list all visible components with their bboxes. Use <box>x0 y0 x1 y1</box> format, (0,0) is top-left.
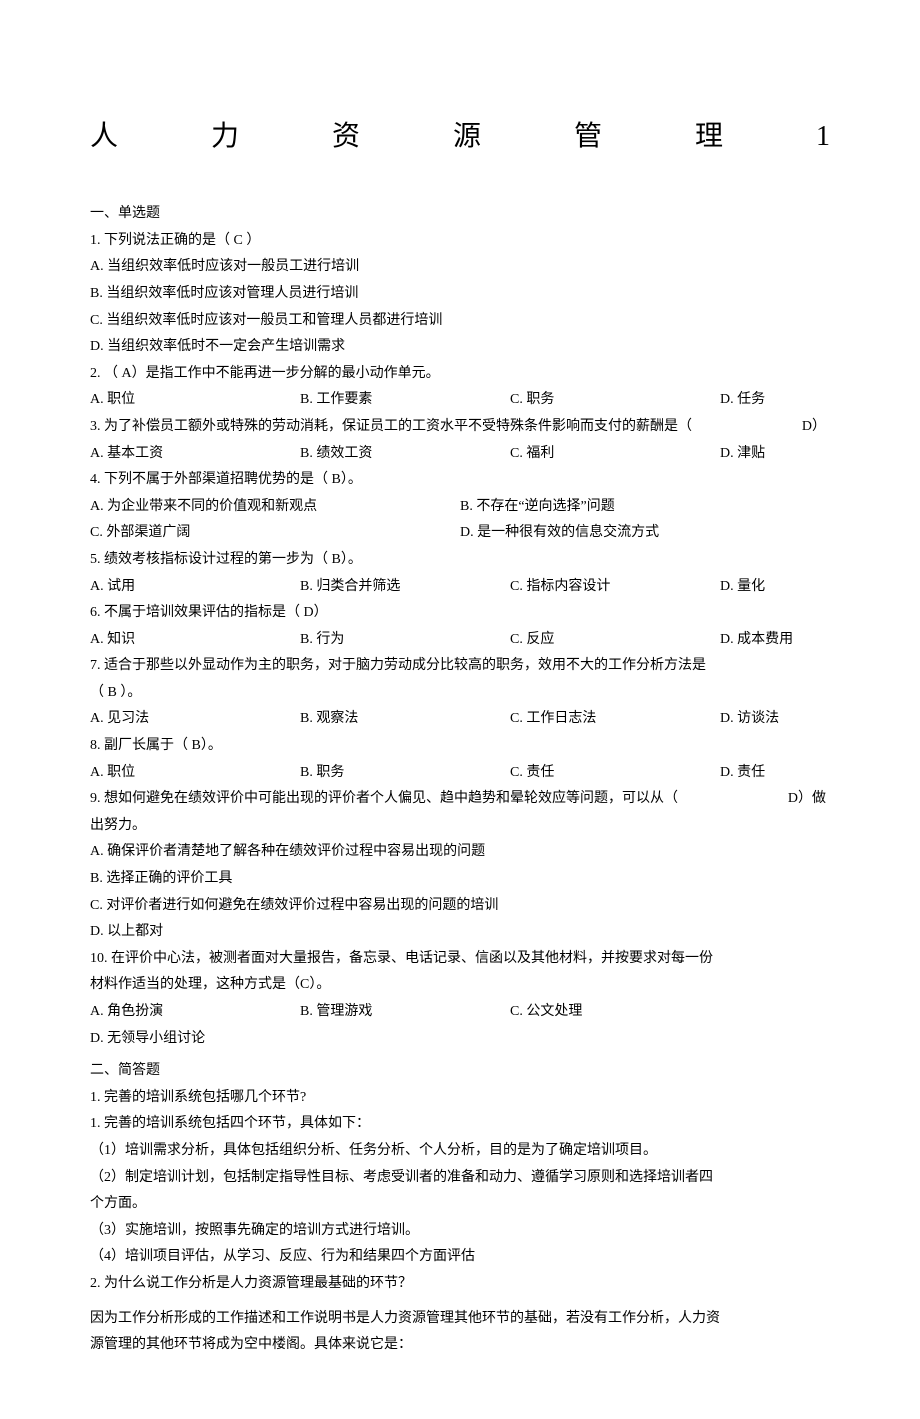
q9-option-b: B. 选择正确的评价工具 <box>90 866 830 893</box>
title-char: 1 <box>816 110 830 163</box>
title-char: 人 <box>90 110 118 163</box>
q9-stem-line2: 出努力。 <box>90 813 830 840</box>
q2-option-a: A. 职位 <box>90 387 300 414</box>
short-answer-2-question: 2. 为什么说工作分析是人力资源管理最基础的环节？ <box>90 1271 830 1298</box>
q8-stem: 8. 副厂长属于（ B）。 <box>90 733 830 760</box>
q2-option-d: D. 任务 <box>720 387 765 414</box>
q9-stem-row: 9. 想如何避免在绩效评价中可能出现的评价者个人偏见、趋中趋势和晕轮效应等问题，… <box>90 786 830 813</box>
q1-option-d: D. 当组织效率低时不一定会产生培训需求 <box>90 334 830 361</box>
q3-stem: 3. 为了补偿员工额外或特殊的劳动消耗，保证员工的工资水平不受特殊条件影响而支付… <box>90 414 766 441</box>
q1-option-c: C. 当组织效率低时应该对一般员工和管理人员都进行培训 <box>90 308 830 335</box>
q4-stem: 4. 下列不属于外部渠道招聘优势的是（ B）。 <box>90 467 830 494</box>
q10-option-c: C. 公文处理 <box>510 999 720 1026</box>
q8-options: A. 职位 B. 职务 C. 责任 D. 责任 <box>90 760 830 787</box>
short-answer-1-line3: （2）制定培训计划，包括制定指导性目标、考虑受训者的准备和动力、遵循学习原则和选… <box>90 1165 830 1192</box>
document-page: 人 力 资 源 管 理 1 一、单选题 1. 下列说法正确的是（ C ） A. … <box>0 0 920 1419</box>
title-char: 管 <box>574 110 602 163</box>
short-answer-1-line3b: 个方面。 <box>90 1191 830 1218</box>
q9-option-a: A. 确保评价者清楚地了解各种在绩效评价过程中容易出现的问题 <box>90 839 830 866</box>
q4-options-row2: C. 外部渠道广阔 D. 是一种很有效的信息交流方式 <box>90 520 830 547</box>
q8-option-c: C. 责任 <box>510 760 720 787</box>
page-title: 人 力 资 源 管 理 1 <box>90 110 830 163</box>
q3-option-a: A. 基本工资 <box>90 441 300 468</box>
q1-option-b: B. 当组织效率低时应该对管理人员进行培训 <box>90 281 830 308</box>
q9-option-c: C. 对评价者进行如何避免在绩效评价过程中容易出现的问题的培训 <box>90 893 830 920</box>
short-answer-1-line1: 1. 完善的培训系统包括四个环节，具体如下： <box>90 1111 830 1138</box>
q6-stem: 6. 不属于培训效果评估的指标是（ D） <box>90 600 830 627</box>
q3-option-c: C. 福利 <box>510 441 720 468</box>
short-answer-1-line5: （4）培训项目评估，从学习、反应、行为和结果四个方面评估 <box>90 1244 830 1271</box>
q10-option-a: A. 角色扮演 <box>90 999 300 1026</box>
q8-option-b: B. 职务 <box>300 760 510 787</box>
q10-stem-line1: 10. 在评价中心法，被测者面对大量报告，备忘录、电话记录、信函以及其他材料，并… <box>90 946 830 973</box>
q3-option-d: D. 津贴 <box>720 441 765 468</box>
short-answer-2-line2: 源管理的其他环节将成为空中楼阁。具体来说它是： <box>90 1332 830 1359</box>
q9-option-d: D. 以上都对 <box>90 919 830 946</box>
q7-option-b: B. 观察法 <box>300 706 510 733</box>
short-answer-1-line4: （3）实施培训，按照事先确定的培训方式进行培训。 <box>90 1218 830 1245</box>
q7-stem-line2: （ B ）。 <box>90 680 830 707</box>
q4-option-b: B. 不存在“逆向选择”问题 <box>460 494 830 521</box>
title-char: 力 <box>211 110 239 163</box>
q4-option-d: D. 是一种很有效的信息交流方式 <box>460 520 830 547</box>
q2-stem: 2. （ A）是指工作中不能再进一步分解的最小动作单元。 <box>90 361 830 388</box>
q7-option-a: A. 见习法 <box>90 706 300 733</box>
q6-options: A. 知识 B. 行为 C. 反应 D. 成本费用 <box>90 627 830 654</box>
short-answer-1-line2: （1）培训需求分析，具体包括组织分析、任务分析、个人分析，目的是为了确定培训项目… <box>90 1138 830 1165</box>
q5-option-c: C. 指标内容设计 <box>510 574 720 601</box>
q7-stem-line1: 7. 适合于那些以外显动作为主的职务，对于脑力劳动成分比较高的职务，效用不大的工… <box>90 653 830 680</box>
short-answer-1-question: 1. 完善的培训系统包括哪几个环节? <box>90 1085 830 1112</box>
q5-stem: 5. 绩效考核指标设计过程的第一步为（ B）。 <box>90 547 830 574</box>
q5-option-d: D. 量化 <box>720 574 765 601</box>
q8-option-d: D. 责任 <box>720 760 765 787</box>
q9-stem-line1: 9. 想如何避免在绩效评价中可能出现的评价者个人偏见、趋中趋势和晕轮效应等问题，… <box>90 786 766 813</box>
title-char: 资 <box>332 110 360 163</box>
title-char: 理 <box>695 110 723 163</box>
q9-answer-tail: D）做 <box>766 786 830 813</box>
q7-options: A. 见习法 B. 观察法 C. 工作日志法 D. 访谈法 <box>90 706 830 733</box>
q1-stem: 1. 下列说法正确的是（ C ） <box>90 228 830 255</box>
q8-option-a: A. 职位 <box>90 760 300 787</box>
section-2-heading: 二、简答题 <box>90 1058 830 1085</box>
q4-option-c: C. 外部渠道广阔 <box>90 520 460 547</box>
q6-option-b: B. 行为 <box>300 627 510 654</box>
q2-option-c: C. 职务 <box>510 387 720 414</box>
q6-option-d: D. 成本费用 <box>720 627 793 654</box>
q4-options-row1: A. 为企业带来不同的价值观和新观点 B. 不存在“逆向选择”问题 <box>90 494 830 521</box>
q1-option-a: A. 当组织效率低时应该对一般员工进行培训 <box>90 254 830 281</box>
q5-options: A. 试用 B. 归类合并筛选 C. 指标内容设计 D. 量化 <box>90 574 830 601</box>
q3-option-b: B. 绩效工资 <box>300 441 510 468</box>
title-char: 源 <box>453 110 481 163</box>
q10-stem-line2: 材料作适当的处理，这种方式是（C）。 <box>90 972 830 999</box>
q3-answer-tail: D） <box>766 414 830 441</box>
q5-option-b: B. 归类合并筛选 <box>300 574 510 601</box>
section-1-heading: 一、单选题 <box>90 201 830 228</box>
q5-option-a: A. 试用 <box>90 574 300 601</box>
q7-option-d: D. 访谈法 <box>720 706 779 733</box>
short-answer-2-line1: 因为工作分析形成的工作描述和工作说明书是人力资源管理其他环节的基础，若没有工作分… <box>90 1306 830 1333</box>
q3-stem-row: 3. 为了补偿员工额外或特殊的劳动消耗，保证员工的工资水平不受特殊条件影响而支付… <box>90 414 830 441</box>
q6-option-c: C. 反应 <box>510 627 720 654</box>
q10-option-b: B. 管理游戏 <box>300 999 510 1026</box>
q3-options: A. 基本工资 B. 绩效工资 C. 福利 D. 津贴 <box>90 441 830 468</box>
q2-options: A. 职位 B. 工作要素 C. 职务 D. 任务 <box>90 387 830 414</box>
q6-option-a: A. 知识 <box>90 627 300 654</box>
q10-options: A. 角色扮演 B. 管理游戏 C. 公文处理 D. 无领导小组讨论 <box>90 999 830 1052</box>
q4-option-a: A. 为企业带来不同的价值观和新观点 <box>90 494 460 521</box>
q10-option-d: D. 无领导小组讨论 <box>90 1026 205 1053</box>
q7-option-c: C. 工作日志法 <box>510 706 720 733</box>
q2-option-b: B. 工作要素 <box>300 387 510 414</box>
